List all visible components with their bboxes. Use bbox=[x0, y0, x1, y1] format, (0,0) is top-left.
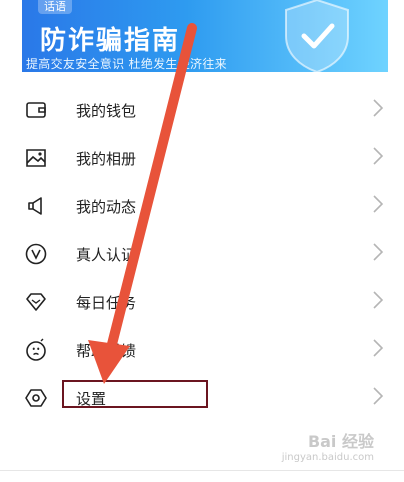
banner-tag: 话语 bbox=[38, 0, 72, 14]
banner-title: 防诈骗指南 bbox=[40, 26, 181, 56]
megaphone-icon bbox=[28, 197, 42, 215]
chevron-right-icon bbox=[373, 243, 384, 261]
menu-label-album: 我的相册 bbox=[76, 150, 137, 168]
menu-item-verification[interactable]: 真人认证 bbox=[0, 228, 404, 276]
settings-hexagon-icon bbox=[25, 389, 47, 407]
chevron-right-icon bbox=[373, 147, 384, 165]
chevron-right-icon bbox=[373, 99, 384, 117]
chevron-right-icon bbox=[373, 339, 384, 357]
menu-item-help-feedback[interactable]: 帮助反馈 bbox=[0, 324, 404, 372]
banner-subtitle: 提高交友安全意识 杜绝发生经济往来 bbox=[26, 57, 227, 71]
chevron-right-icon bbox=[373, 291, 384, 309]
watermark-url: jingyan.baidu.com bbox=[281, 452, 374, 463]
menu-item-album[interactable]: 我的相册 bbox=[0, 132, 404, 180]
menu-label-wallet: 我的钱包 bbox=[76, 102, 137, 120]
chevron-right-icon bbox=[373, 387, 384, 405]
help-face-icon bbox=[26, 338, 46, 361]
settings-highlight-box bbox=[62, 380, 208, 408]
baidu-jingyan-watermark: Bai 经验 bbox=[307, 432, 374, 451]
menu-label-daily-tasks: 每日任务 bbox=[76, 294, 137, 312]
chevron-right-icon bbox=[373, 195, 384, 213]
wallet-icon bbox=[26, 102, 46, 118]
menu-label-help-feedback: 帮助反馈 bbox=[76, 342, 137, 360]
menu-label-verification: 真人认证 bbox=[76, 246, 137, 264]
menu-item-daily-tasks[interactable]: 每日任务 bbox=[0, 276, 404, 324]
tab-bar-divider bbox=[0, 470, 404, 471]
photo-album-icon bbox=[26, 149, 46, 167]
anti-fraud-banner[interactable]: 话语 防诈骗指南 提高交友安全意识 杜绝发生经济往来 bbox=[22, 0, 388, 72]
verify-v-icon bbox=[25, 243, 47, 265]
menu-item-moments[interactable]: 我的动态 bbox=[0, 180, 404, 228]
diamond-icon bbox=[26, 293, 46, 311]
menu-item-wallet[interactable]: 我的钱包 bbox=[0, 84, 404, 132]
shield-check-icon bbox=[285, 0, 349, 72]
menu-label-moments: 我的动态 bbox=[76, 198, 137, 216]
